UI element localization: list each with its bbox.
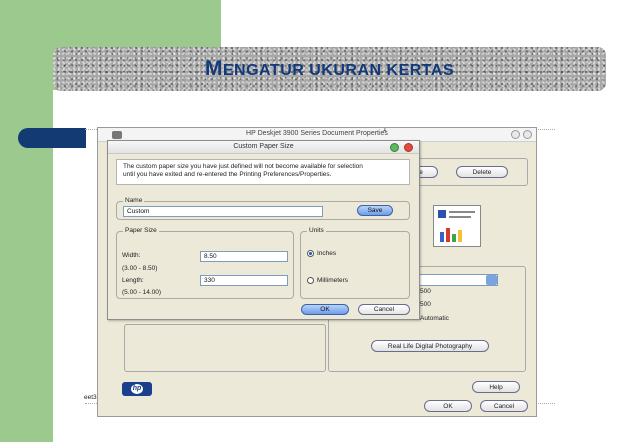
paper-size-group: Paper Size Width: 8.50 (3.00 - 8.50) Len… [116,227,294,299]
slide-green-sidebar [0,0,53,442]
cancel-button[interactable]: Cancel [480,400,528,412]
dialog-ok-label: OK [320,306,330,313]
cancel-button-label: Cancel [493,402,515,410]
slide-title-rest: ENGATUR UKURAN KERTAS [222,62,455,79]
partial-value-1: 500 [420,288,431,295]
preview-text-line [449,211,475,213]
notice-line-2: until you have exited and re-entered the… [123,171,332,178]
sheet-tab-label: eet3 [84,394,97,401]
length-input[interactable]: 330 [200,275,288,286]
document-properties-title: HP Deskjet 3900 Series Document Properti… [246,130,388,137]
preview-bar [446,228,450,242]
dialog-title: Custom Paper Size [233,143,294,150]
dialog-cancel-label: Cancel [373,306,395,313]
save-button[interactable]: Save [357,205,393,216]
length-label: Length: [122,277,144,284]
slide-title-banner: MENGATUR UKURAN KERTAS [53,47,606,91]
name-input[interactable]: Custom [123,206,323,217]
real-life-photography-button[interactable]: Real Life Digital Photography [371,340,489,352]
left-bottom-group [124,324,326,372]
real-life-photography-label: Real Life Digital Photography [387,342,473,350]
ok-button-label: OK [443,402,453,410]
dialog-cancel-button[interactable]: Cancel [358,304,410,315]
name-legend: Name [123,197,145,204]
notice-message: The custom paper size you have just defi… [116,159,410,185]
preview-bar [452,234,456,242]
width-label: Width: [122,252,141,259]
preview-image-block [438,210,446,218]
dialog-titlebar: Custom Paper Size [108,141,419,154]
help-button[interactable]: Help [472,381,520,393]
minimize-icon[interactable] [390,143,399,152]
slide-blue-tab [18,128,86,148]
length-range: (5.00 - 14.00) [122,289,162,296]
notice-line-1: The custom paper size you have just defi… [123,163,363,170]
millimeters-label: Millimeters [317,277,349,284]
paper-size-legend: Paper Size [123,227,159,234]
width-input[interactable]: 8.50 [200,251,288,262]
delete-button-label: Delete [472,168,492,176]
help-button-label: Help [489,383,503,391]
delete-button[interactable]: Delete [456,166,508,178]
print-preview-thumbnail [433,205,481,247]
dialog-ok-button[interactable]: OK [301,304,349,315]
slide-title-initial: M [204,57,223,80]
ok-button[interactable]: OK [424,400,472,412]
inches-label: Inches [317,250,337,257]
ruler-mark: 1 [383,127,387,133]
save-button-label: Save [367,207,383,214]
close-icon[interactable] [523,130,532,139]
dropdown-arrow-icon[interactable] [486,275,497,285]
name-group: Name Custom Save [116,197,410,220]
print-quality-dropdown[interactable] [414,274,498,286]
preview-text-line [449,216,471,218]
minimize-icon[interactable] [511,130,520,139]
preview-bar [458,230,462,242]
millimeters-radio[interactable] [307,277,314,284]
custom-paper-size-dialog: Custom Paper Size The custom paper size … [107,140,420,320]
units-legend: Units [307,227,326,234]
slide-title: MENGATUR UKURAN KERTAS [205,57,454,81]
inches-radio[interactable] [307,250,314,257]
close-icon[interactable] [404,143,413,152]
partial-value-2: 500 [420,301,431,308]
width-range: (3.00 - 8.50) [122,265,158,272]
hp-logo-icon: hp [122,382,152,396]
units-group: Units Inches Millimeters [300,227,410,299]
preview-bar [440,232,444,242]
partial-value-3: Automatic [420,315,449,322]
